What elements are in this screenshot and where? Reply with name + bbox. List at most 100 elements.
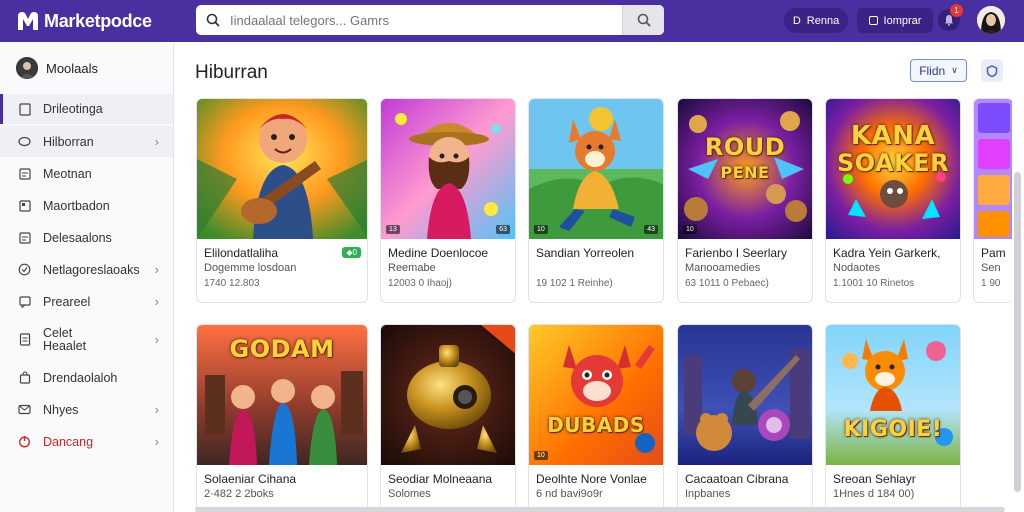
- game-thumbnail: KIGOIE!: [826, 325, 960, 465]
- top-pill-renna[interactable]: D Renna: [784, 8, 848, 33]
- card-subtitle: 2·482 2 2boks: [204, 488, 274, 500]
- card-meta: 1740 12.803: [204, 278, 260, 289]
- sidebar-item-label: Preareel: [43, 294, 91, 309]
- price-badge: ◆0: [342, 247, 361, 258]
- card-subtitle: Reemabe: [388, 262, 436, 274]
- sidebar-item-label: Delesaalons: [43, 230, 112, 245]
- sidebar-item-7[interactable]: Preareel ›: [0, 286, 173, 317]
- sidebar-item-label: Meotnan: [43, 166, 92, 181]
- d-icon: D: [792, 14, 801, 27]
- search-icon: [637, 13, 651, 27]
- search-bar: [196, 5, 664, 35]
- main-content: Hiburran Flidn ∨ Elilondatlaliha Dogemme …: [175, 42, 1024, 512]
- game-card[interactable]: DUBADS 10 Deolhte Nore Vonlae 6 nd bavi9o9r: [528, 324, 664, 512]
- sidebar-item-1[interactable]: Drileotinga: [0, 94, 173, 124]
- filter-button[interactable]: Flidn ∨: [910, 59, 967, 82]
- thumbnail-badge: 43: [644, 225, 658, 234]
- avatar: [16, 57, 38, 79]
- sidebar-item-label: Drendaolaloh: [43, 370, 118, 385]
- card-title: Elilondatlaliha: [204, 246, 279, 260]
- sidebar-item-6[interactable]: Netlagoreslaoaks ›: [0, 254, 173, 285]
- card-title: Solaeniar Cihana: [204, 472, 297, 486]
- chevron-right-icon: ›: [154, 332, 159, 347]
- game-card[interactable]: Seodiar Molneaana Solomes: [380, 324, 516, 512]
- game-card[interactable]: Pam Sen 1 90: [973, 98, 1013, 303]
- card-meta: 1.1001 10 Rinetos: [833, 278, 915, 289]
- card-meta: 19 102 1 Reinhe): [536, 278, 613, 289]
- card-title: Medine Doenlocoe: [388, 246, 489, 260]
- game-thumbnail: [381, 325, 515, 465]
- doc-icon: [18, 333, 31, 346]
- card-subtitle: Sen: [981, 262, 1001, 274]
- view-toggle-button[interactable]: [981, 59, 1003, 82]
- sidebar-item-label: Maortbadon: [43, 198, 110, 213]
- bag-icon: [18, 371, 31, 384]
- thumbnail-title: ROUD: [704, 133, 786, 161]
- search-button[interactable]: [622, 5, 664, 35]
- sidebar-profile[interactable]: Moolaals: [0, 42, 173, 94]
- message-icon: [18, 403, 31, 416]
- profile-name: Moolaals: [46, 60, 99, 76]
- sidebar-item-9[interactable]: Drendaolaloh: [0, 362, 173, 393]
- sidebar-item-2[interactable]: Hilborran ›: [0, 126, 173, 157]
- sidebar-item-11[interactable]: Dancang ›: [0, 426, 173, 457]
- chevron-right-icon: ›: [154, 402, 159, 417]
- game-thumbnail: [678, 325, 812, 465]
- sidebar-item-4[interactable]: Maortbadon: [0, 190, 173, 221]
- game-card[interactable]: Elilondatlaliha Dogemme losdoan 1740 12.80…: [196, 98, 368, 303]
- card-subtitle: Solomes: [388, 488, 431, 500]
- sidebar-item-3[interactable]: Meotnan: [0, 158, 173, 189]
- card-meta: 12003 0 Ihaoj): [388, 278, 452, 289]
- horizontal-scrollbar[interactable]: [195, 507, 1005, 512]
- game-thumbnail: [197, 99, 367, 239]
- sidebar-item-label: Celet Heaalet: [43, 325, 87, 353]
- game-thumbnail: 10 43: [529, 99, 663, 239]
- chevron-right-icon: ›: [154, 434, 159, 449]
- thumbnail-badge: 10: [683, 225, 697, 234]
- user-avatar[interactable]: [977, 6, 1005, 34]
- sidebar-item-label: Drileotinga: [43, 102, 103, 116]
- chat-icon: [18, 295, 31, 308]
- chevron-down-icon: ∨: [951, 65, 958, 75]
- check-circle-icon: [18, 263, 31, 276]
- thumbnail-title: KANA: [850, 121, 936, 151]
- sidebar-item-label: Hilborran: [43, 134, 94, 149]
- sidebar-item-label: Netlagoreslaoaks: [43, 262, 140, 277]
- filter-label: Flidn: [919, 63, 946, 78]
- list-icon: [18, 167, 31, 180]
- game-card[interactable]: ROUD PENE 10 Farienbo I Seerlary Manooamedie…: [677, 98, 813, 303]
- page-icon: [18, 102, 31, 116]
- game-card[interactable]: KANA SOAKER Kadra Yein Garkerk, Nodaotes 1.1…: [825, 98, 961, 303]
- game-card[interactable]: 13 63 Medine Doenlocoe Reemabe 12003 0 Ihaoj…: [380, 98, 516, 303]
- sidebar-item-10[interactable]: Nhyes ›: [0, 394, 173, 425]
- app-title: Marketpodce: [44, 10, 152, 31]
- game-thumbnail: KANA SOAKER: [826, 99, 960, 239]
- game-card[interactable]: Cacaatoan Cibrana Inpbanes: [677, 324, 813, 512]
- game-card[interactable]: GODAM Solaeniar Cihana 2·482 2 2boks: [196, 324, 368, 512]
- vertical-scrollbar[interactable]: [1014, 172, 1021, 492]
- thumbnail-subtitle: SOAKER: [836, 149, 950, 177]
- game-card[interactable]: 10 43 Sandian Yorreolen 19 102 1 Reinhe): [528, 98, 664, 303]
- sidebar-item-5[interactable]: Delesaalons: [0, 222, 173, 253]
- thumbnail-title: GODAM: [229, 335, 335, 363]
- card-title: Seodiar Molneaana: [388, 472, 493, 486]
- chevron-right-icon: ›: [154, 294, 159, 309]
- shield-icon: [986, 64, 998, 77]
- circle-icon: [18, 135, 31, 148]
- card-title: Kadra Yein Garkerk,: [833, 246, 941, 260]
- game-thumbnail: DUBADS 10: [529, 325, 663, 465]
- search-input[interactable]: [230, 12, 622, 28]
- power-icon: [18, 435, 31, 448]
- image-icon: [18, 199, 31, 212]
- card-subtitle: Manooamedies: [685, 262, 761, 274]
- top-pill-iomprar[interactable]: Iomprar: [857, 8, 933, 33]
- thumbnail-subtitle: PENE: [720, 163, 770, 182]
- game-card[interactable]: KIGOIE! Sreoan Sehlayr 1Hnes d 184 00): [825, 324, 961, 512]
- sidebar-item-label: Nhyes: [43, 402, 79, 417]
- thumbnail-badge: 13: [386, 225, 400, 234]
- square-icon: [868, 16, 878, 25]
- sidebar-item-8[interactable]: Celet Heaalet ›: [0, 318, 173, 361]
- game-thumbnail: 13 63: [381, 99, 515, 239]
- card-subtitle: Nodaotes: [833, 262, 881, 274]
- app-logo[interactable]: Marketpodce: [16, 10, 192, 32]
